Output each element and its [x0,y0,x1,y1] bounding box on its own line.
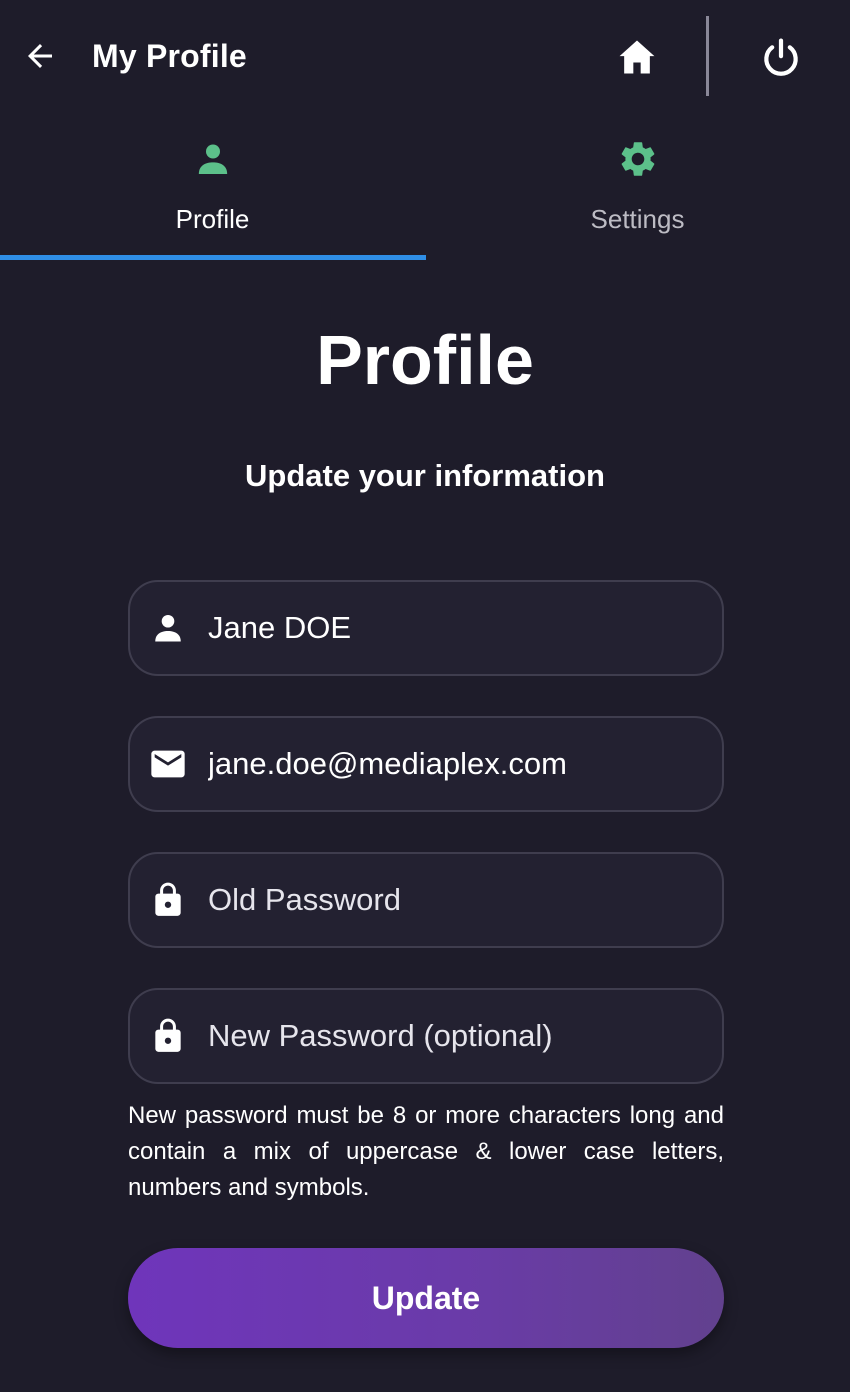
new-password-field[interactable] [128,988,724,1084]
person-icon [192,138,234,180]
app-header: My Profile [0,0,850,112]
active-tab-indicator [0,255,426,260]
tab-profile-label: Profile [175,204,250,234]
password-hint: New password must be 8 or more character… [128,1102,724,1201]
email-field[interactable] [128,716,724,812]
page-subtitle: Update your information [245,458,605,493]
tab-settings[interactable]: Settings [425,112,850,258]
tab-settings-label: Settings [590,204,685,234]
email-input[interactable] [208,744,722,784]
home-icon [619,40,655,74]
gear-icon [617,138,659,180]
old-password-field[interactable] [128,852,724,948]
home-button[interactable] [612,34,662,80]
profile-screen: My Profile Profile Settings Profile Upda… [0,0,850,1392]
lock-icon [148,1016,188,1056]
update-button[interactable]: Update [128,1248,724,1348]
old-password-input[interactable] [208,880,722,920]
person-icon [148,608,188,648]
header-title: My Profile [92,38,247,74]
back-button[interactable] [18,34,62,78]
lock-icon [148,880,188,920]
page-title: Profile [316,321,534,399]
name-field[interactable] [128,580,724,676]
logout-button[interactable] [756,34,806,82]
tab-profile[interactable]: Profile [0,112,425,258]
power-icon [764,38,798,76]
name-input[interactable] [208,608,722,648]
new-password-input[interactable] [208,1016,722,1056]
arrow-left-icon [28,44,52,68]
header-divider [706,16,709,96]
mail-icon [148,744,188,784]
tab-bar: Profile Settings [0,112,850,262]
